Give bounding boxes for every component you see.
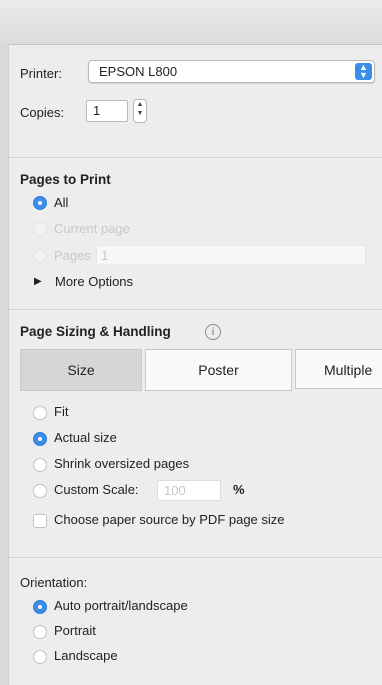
orientation-label: Orientation: <box>20 575 88 590</box>
divider <box>9 557 382 558</box>
window-edge <box>0 44 9 685</box>
custom-scale-value: 100 <box>164 483 186 498</box>
actual-size-radio[interactable] <box>33 432 47 446</box>
pages-range-input[interactable]: 1 <box>96 245 366 265</box>
auto-orientation-label: Auto portrait/landscape <box>54 598 188 613</box>
printer-label: Printer: <box>20 66 62 81</box>
printer-select[interactable]: EPSON L800 ▲ ▼ <box>88 60 375 83</box>
paper-source-label: Choose paper source by PDF page size <box>54 512 285 527</box>
landscape-label: Landscape <box>54 648 118 663</box>
copies-label: Copies: <box>20 105 65 120</box>
pages-range-label: Pages <box>54 248 91 263</box>
custom-scale-input[interactable]: 100 <box>157 480 221 501</box>
disclosure-triangle-icon[interactable]: ▶ <box>34 276 42 287</box>
pages-range-radio[interactable] <box>33 249 47 263</box>
copies-input[interactable]: 1 <box>86 100 128 122</box>
tab-size[interactable]: Size <box>20 349 142 391</box>
custom-scale-radio[interactable] <box>33 484 47 498</box>
current-page-label: Current page <box>54 221 130 236</box>
printer-value: EPSON L800 <box>99 64 178 79</box>
portrait-label: Portrait <box>54 623 96 638</box>
current-page-radio[interactable] <box>33 222 47 236</box>
paper-source-checkbox[interactable] <box>33 514 47 528</box>
landscape-radio[interactable] <box>33 650 47 664</box>
info-icon[interactable]: i <box>205 324 221 340</box>
percent-label: % <box>233 482 245 497</box>
all-pages-radio[interactable] <box>33 196 47 210</box>
actual-size-label: Actual size <box>54 430 117 445</box>
tab-multiple[interactable]: Multiple <box>295 349 382 389</box>
tab-poster[interactable]: Poster <box>145 349 292 391</box>
fit-label: Fit <box>54 404 69 419</box>
sizing-mode-tabs: Size Poster Multiple <box>20 349 382 391</box>
all-pages-label: All <box>54 195 69 210</box>
custom-scale-label: Custom Scale: <box>54 482 139 497</box>
divider <box>9 309 382 310</box>
auto-orientation-radio[interactable] <box>33 600 47 614</box>
pages-range-value: 1 <box>101 248 109 263</box>
select-arrows-icon: ▲ ▼ <box>355 63 372 80</box>
pages-to-print-heading: Pages to Print <box>20 172 111 187</box>
copies-value: 1 <box>93 103 101 118</box>
portrait-radio[interactable] <box>33 625 47 639</box>
shrink-oversized-radio[interactable] <box>33 458 47 472</box>
fit-radio[interactable] <box>33 406 47 420</box>
divider <box>9 157 382 158</box>
page-sizing-heading: Page Sizing & Handling <box>20 324 171 339</box>
copies-stepper[interactable]: ▲ ▼ <box>133 99 147 123</box>
title-bar <box>0 0 382 45</box>
shrink-oversized-label: Shrink oversized pages <box>54 456 190 471</box>
more-options-label[interactable]: More Options <box>55 274 133 289</box>
